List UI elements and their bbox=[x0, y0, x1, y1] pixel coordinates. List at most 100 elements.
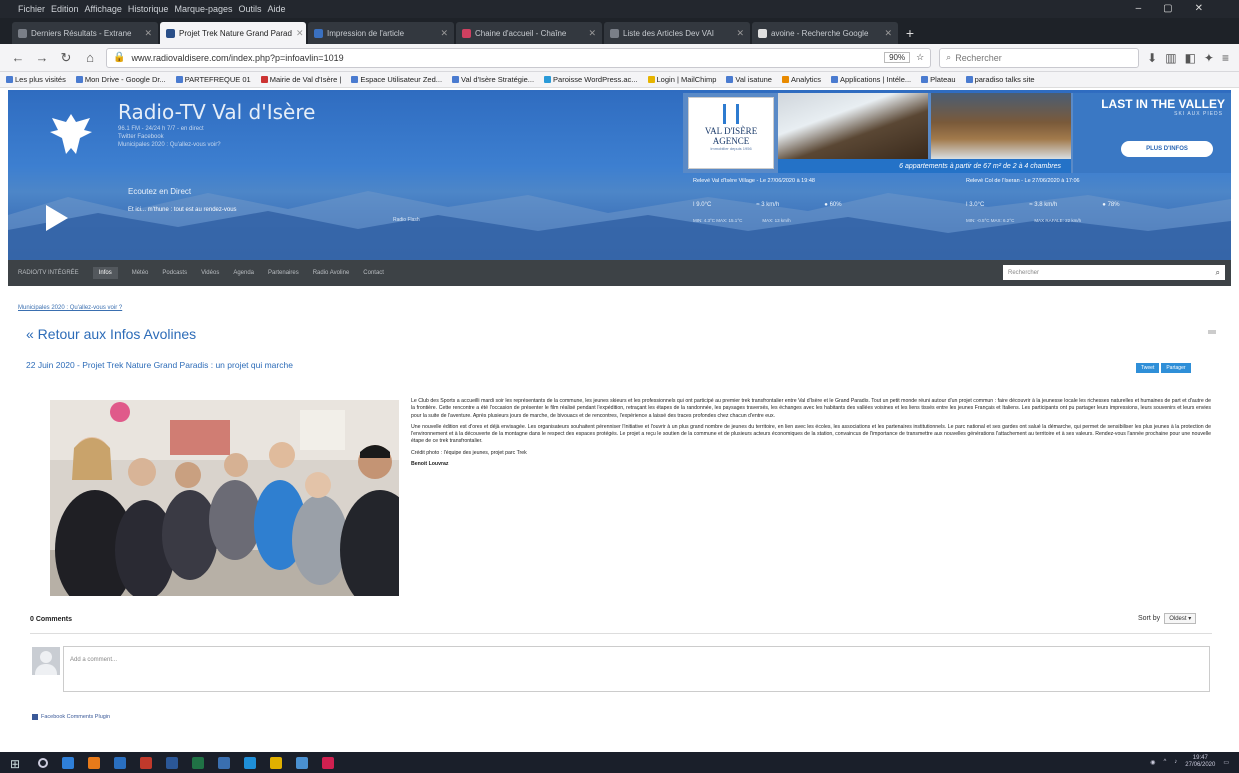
menu-item[interactable]: Historique bbox=[128, 4, 169, 14]
ad-subheadline: SKI AUX PIEDS bbox=[1174, 111, 1223, 117]
menu-item[interactable]: Fichier bbox=[18, 4, 45, 14]
home-icon[interactable]: ⌂ bbox=[82, 50, 98, 65]
agency-mark-icon bbox=[723, 104, 739, 124]
close-icon[interactable]: ✕ bbox=[144, 28, 152, 39]
bookmark-icon bbox=[260, 76, 268, 83]
nav-item[interactable]: Partenaires bbox=[268, 270, 299, 276]
sort-select[interactable]: Oldest ▾ bbox=[1164, 613, 1197, 624]
reload-icon[interactable]: ↻ bbox=[58, 50, 74, 66]
close-icon[interactable]: ✕ bbox=[296, 28, 304, 39]
facebook-comments-plugin[interactable]: Facebook Comments Plugin bbox=[32, 714, 110, 720]
close-icon[interactable]: ✕ bbox=[588, 28, 596, 39]
excel-icon[interactable] bbox=[192, 756, 204, 769]
browser-tab[interactable]: avoine - Recherche Google ✕ bbox=[752, 22, 898, 44]
browser-search-input[interactable]: ⌕ Rechercher bbox=[939, 47, 1140, 68]
bookmark-item[interactable]: Applications | Intéle... bbox=[830, 75, 911, 84]
bookmark-item[interactable]: Analytics bbox=[781, 75, 821, 84]
bookmark-icon bbox=[544, 76, 552, 83]
ad-more-info-button[interactable]: PLUS D'INFOS bbox=[1121, 141, 1213, 157]
browser-tab[interactable]: Chaine d'accueil - Chaîne ✕ bbox=[456, 22, 602, 44]
bookmark-item[interactable]: Login | MailChimp bbox=[647, 75, 716, 84]
browser-tab[interactable]: Liste des Articles Dev VAI ✕ bbox=[604, 22, 750, 44]
url-text: www.radiovaldisere.com/index.php?p=infoa… bbox=[131, 52, 344, 63]
tab-bar: Derniers Résultats - Extrane ✕ Projet Tre… bbox=[0, 18, 1239, 44]
bookmark-item[interactable]: paradiso talks site bbox=[965, 75, 1035, 84]
bookmark-item[interactable]: Val d'Isère Stratégie... bbox=[452, 75, 534, 84]
nav-item[interactable]: Podcasts bbox=[162, 270, 187, 276]
group-photo-illustration bbox=[50, 400, 399, 596]
bookmark-item[interactable]: Paroisse WordPress.ac... bbox=[544, 75, 638, 84]
favicon-icon bbox=[314, 28, 323, 38]
nav-item[interactable]: Radio Avoline bbox=[313, 270, 350, 276]
app-icon[interactable] bbox=[296, 756, 308, 769]
nav-item-active[interactable]: Infos bbox=[92, 267, 118, 279]
bookmark-icon bbox=[965, 76, 973, 83]
window-controls[interactable]: –▢✕ bbox=[1136, 3, 1225, 14]
firefox-icon[interactable] bbox=[88, 756, 100, 769]
scroll-indicator[interactable] bbox=[1208, 330, 1216, 334]
bookmark-item[interactable]: PARTEFREQUE 01 bbox=[175, 75, 251, 84]
back-arrow-icon[interactable]: ← bbox=[10, 50, 26, 65]
volume-icon[interactable]: ♪ bbox=[1174, 759, 1177, 765]
nav-item[interactable]: Agenda bbox=[233, 270, 254, 276]
bookmark-item[interactable]: Espace Utilisateur Zed... bbox=[351, 75, 442, 84]
nav-item[interactable]: RADIO/TV INTÉGRÉE bbox=[18, 270, 79, 276]
bookmark-item[interactable]: Val isatune bbox=[726, 75, 772, 84]
browser-menubar: Fichier Edition Affichage Historique Mar… bbox=[0, 0, 1239, 18]
bookmark-item[interactable]: Mon Drive - Google Dr... bbox=[75, 75, 166, 84]
forward-arrow-icon[interactable]: → bbox=[34, 50, 50, 65]
play-icon[interactable] bbox=[46, 205, 68, 231]
search-circle-icon[interactable] bbox=[38, 757, 48, 768]
outlook-icon[interactable] bbox=[114, 756, 126, 769]
tweet-button[interactable]: Tweet bbox=[1136, 363, 1160, 373]
browser-tab[interactable]: Impression de l'article ✕ bbox=[308, 22, 454, 44]
menu-item[interactable]: Aide bbox=[268, 4, 286, 14]
url-bar[interactable]: 🔒 www.radiovaldisere.com/index.php?p=inf… bbox=[106, 47, 932, 68]
windows-start-icon[interactable]: ⊞ bbox=[10, 757, 24, 771]
bookmark-item[interactable]: Mairie de Val d'Isère | bbox=[260, 75, 341, 84]
menu-item[interactable]: Marque-pages bbox=[174, 4, 232, 14]
library-icon[interactable]: ▥ bbox=[1165, 51, 1176, 65]
close-icon[interactable]: ✕ bbox=[440, 28, 448, 39]
comment-input[interactable]: Add a comment... bbox=[63, 646, 1210, 692]
sidebar-icon[interactable]: ◧ bbox=[1185, 51, 1196, 65]
share-button[interactable]: Partager bbox=[1161, 363, 1191, 373]
zoom-level[interactable]: 90% bbox=[884, 52, 911, 63]
bookmark-star-icon[interactable]: ☆ bbox=[916, 52, 924, 63]
new-tab-button[interactable]: + bbox=[900, 22, 920, 44]
close-icon[interactable]: ✕ bbox=[884, 28, 892, 39]
bookmark-icon bbox=[75, 76, 83, 83]
back-to-infos-link[interactable]: « Retour aux Infos Avolines bbox=[26, 326, 196, 342]
explorer-icon[interactable] bbox=[270, 756, 282, 769]
search-icon[interactable]: ⌕ bbox=[1216, 268, 1220, 278]
app-icon[interactable] bbox=[218, 756, 230, 769]
station-name[interactable]: Radio-TV Val d'Isère bbox=[118, 100, 315, 124]
site-search-input[interactable]: Rechercher ⌕ bbox=[1003, 265, 1225, 280]
browser-tab[interactable]: Derniers Résultats - Extrane ✕ bbox=[12, 22, 158, 44]
eagle-logo-icon[interactable] bbox=[46, 110, 96, 160]
network-icon[interactable]: ◉ bbox=[1150, 759, 1155, 766]
clock[interactable]: 19:47 27/06/2020 bbox=[1185, 755, 1215, 769]
nav-item[interactable]: Météo bbox=[132, 270, 149, 276]
powerpoint-icon[interactable] bbox=[140, 756, 152, 769]
bookmark-item[interactable]: Les plus visités bbox=[6, 75, 66, 84]
close-icon[interactable]: ✕ bbox=[736, 28, 744, 39]
breadcrumb-link[interactable]: Municipales 2020 : Qu'allez-vous voir ? bbox=[18, 305, 122, 311]
extension-icon[interactable]: ✦ bbox=[1204, 51, 1214, 65]
download-icon[interactable]: ⬇ bbox=[1147, 51, 1157, 65]
notification-icon[interactable]: ▭ bbox=[1223, 759, 1229, 766]
edge-icon[interactable] bbox=[62, 756, 74, 769]
nav-item[interactable]: Contact bbox=[363, 270, 384, 276]
app-icon[interactable] bbox=[244, 756, 256, 769]
nav-item[interactable]: Vidéos bbox=[201, 270, 219, 276]
menu-item[interactable]: Affichage bbox=[85, 4, 122, 14]
advertisement-banner[interactable]: VAL D'ISÈRE AGENCE Immobilier depuis 195… bbox=[683, 93, 1231, 173]
menu-item[interactable]: Edition bbox=[51, 4, 79, 14]
browser-tab-active[interactable]: Projet Trek Nature Grand Parad ✕ bbox=[160, 22, 306, 44]
chevron-up-icon[interactable]: ^ bbox=[1163, 759, 1166, 765]
app-icon[interactable] bbox=[322, 756, 334, 769]
word-icon[interactable] bbox=[166, 756, 178, 769]
bookmark-item[interactable]: Plateau bbox=[921, 75, 956, 84]
menu-item[interactable]: Outils bbox=[239, 4, 262, 14]
menu-icon[interactable]: ≡ bbox=[1222, 51, 1229, 65]
